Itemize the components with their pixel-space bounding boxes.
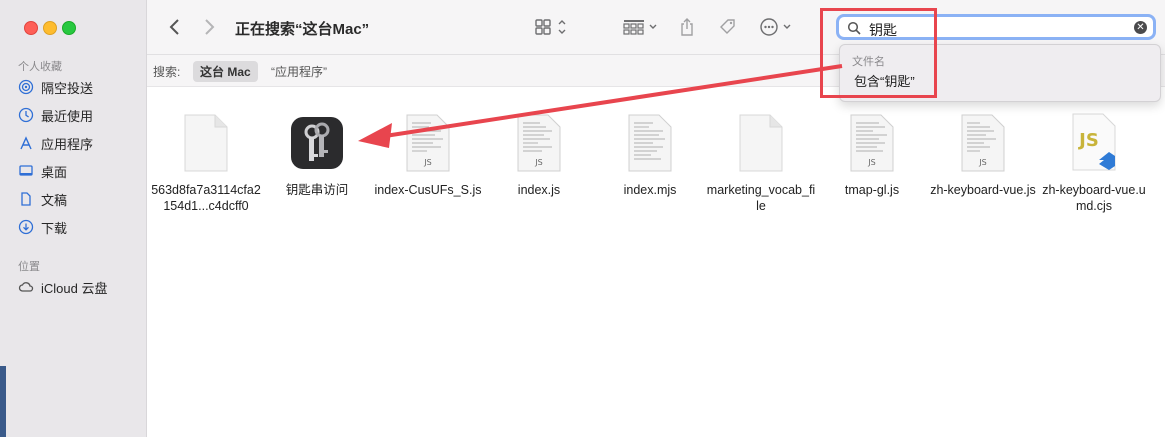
file-item[interactable]: JS tmap-gl.js (817, 110, 927, 198)
sidebar-item-label: iCloud 云盘 (41, 280, 108, 296)
tag-icon (720, 19, 735, 34)
minimize-window-button[interactable] (43, 21, 57, 35)
sidebar-item-applications[interactable]: 应用程序 (18, 132, 143, 154)
file-item[interactable]: index.mjs (595, 110, 705, 198)
svg-text:JS: JS (1077, 130, 1099, 151)
sidebar-item-label: 桌面 (41, 164, 68, 180)
airdrop-icon (18, 79, 34, 95)
text-document-icon (620, 110, 680, 176)
js-document-icon: JS (953, 110, 1013, 176)
js-document-icon: JS (398, 110, 458, 176)
view-mode-button[interactable] (535, 16, 571, 38)
sidebar-item-label: 应用程序 (41, 136, 94, 152)
sidebar: 个人收藏 隔空投送 最近使用 应用程序 桌面 文稿 下载 位置 iCloud 云… (0, 0, 147, 437)
sidebar-item-documents[interactable]: 文稿 (18, 188, 143, 210)
sidebar-item-desktop[interactable]: 桌面 (18, 160, 143, 182)
sidebar-item-label: 隔空投送 (41, 80, 94, 96)
finder-window: 个人收藏 隔空投送 最近使用 应用程序 桌面 文稿 下载 位置 iCloud 云… (0, 0, 1165, 437)
group-grid-icon (623, 20, 657, 35)
clock-icon (18, 107, 34, 123)
js-document-icon: JS (842, 110, 902, 176)
share-icon (681, 18, 693, 36)
tag-button[interactable] (718, 16, 738, 38)
file-name: zh-keyboard-vue.js (930, 183, 1036, 197)
search-results: 563d8fa7a3114cfa2154d1...c4dcff0 钥匙串访问 J… (147, 86, 1165, 437)
share-button[interactable] (679, 16, 695, 38)
sidebar-item-recents[interactable]: 最近使用 (18, 104, 143, 126)
annotation-highlight-box (820, 8, 937, 98)
zoom-window-button[interactable] (62, 21, 76, 35)
document-icon (18, 191, 34, 207)
grid-view-icon (535, 19, 566, 35)
sidebar-item-downloads[interactable]: 下载 (18, 216, 143, 238)
file-item[interactable]: marketing_vocab_file (706, 110, 816, 214)
desktop-icon (18, 163, 34, 179)
file-name: 563d8fa7a3114cfa2154d1...c4dcff0 (151, 183, 261, 213)
sidebar-item-label: 下载 (41, 220, 68, 236)
file-item[interactable]: JS zh-keyboard-vue.umd.cjs (1039, 110, 1149, 214)
blank-document-icon (176, 110, 236, 176)
sidebar-locations-header: 位置 (18, 261, 40, 273)
download-icon (18, 219, 34, 235)
forward-button[interactable] (199, 17, 219, 37)
file-item[interactable]: JS index-CusUFs_S.js (373, 110, 483, 198)
background-edge (0, 366, 6, 437)
keychain-app-icon (287, 110, 347, 176)
file-name: marketing_vocab_file (706, 183, 816, 213)
scope-label: 搜索: (153, 65, 181, 79)
back-button[interactable] (165, 17, 185, 37)
file-name: index-CusUFs_S.js (374, 183, 482, 197)
sidebar-item-label: 最近使用 (41, 108, 94, 124)
sidebar-item-label: 文稿 (41, 192, 68, 208)
file-name: index.mjs (623, 183, 677, 197)
svg-text:JS: JS (534, 158, 542, 167)
scope-applications[interactable]: “应用程序” (271, 63, 327, 80)
close-window-button[interactable] (24, 21, 38, 35)
more-actions-button[interactable] (759, 16, 795, 38)
file-name: index.js (517, 183, 561, 197)
file-item[interactable]: JS index.js (484, 110, 594, 198)
svg-text:JS: JS (867, 158, 875, 167)
scope-this-mac[interactable]: 这台 Mac (193, 61, 258, 82)
sidebar-item-airdrop[interactable]: 隔空投送 (18, 76, 143, 98)
sidebar-item-icloud[interactable]: iCloud 云盘 (18, 276, 143, 298)
file-name: tmap-gl.js (844, 183, 900, 197)
file-name: zh-keyboard-vue.umd.cjs (1042, 183, 1146, 213)
js-document-icon: JS (509, 110, 569, 176)
chevron-left-icon (169, 19, 179, 35)
group-button[interactable] (623, 16, 659, 38)
window-title: 正在搜索“这台Mac” (235, 21, 370, 38)
applications-icon (18, 135, 34, 151)
sidebar-favorites-header: 个人收藏 (18, 61, 62, 73)
clear-search-icon[interactable]: ✕ (1134, 21, 1147, 34)
file-item[interactable]: JS zh-keyboard-vue.js (928, 110, 1038, 198)
icloud-icon (18, 279, 34, 295)
vscode-js-icon: JS (1064, 110, 1124, 176)
ellipsis-circle-icon (760, 18, 791, 36)
blank-document-icon (731, 110, 791, 176)
file-name: 钥匙串访问 (285, 183, 349, 197)
svg-text:JS: JS (423, 158, 431, 167)
chevron-right-icon (205, 19, 215, 35)
svg-text:JS: JS (978, 158, 986, 167)
file-item-keychain-access[interactable]: 钥匙串访问 (262, 110, 372, 198)
file-item[interactable]: 563d8fa7a3114cfa2154d1...c4dcff0 (151, 110, 261, 214)
